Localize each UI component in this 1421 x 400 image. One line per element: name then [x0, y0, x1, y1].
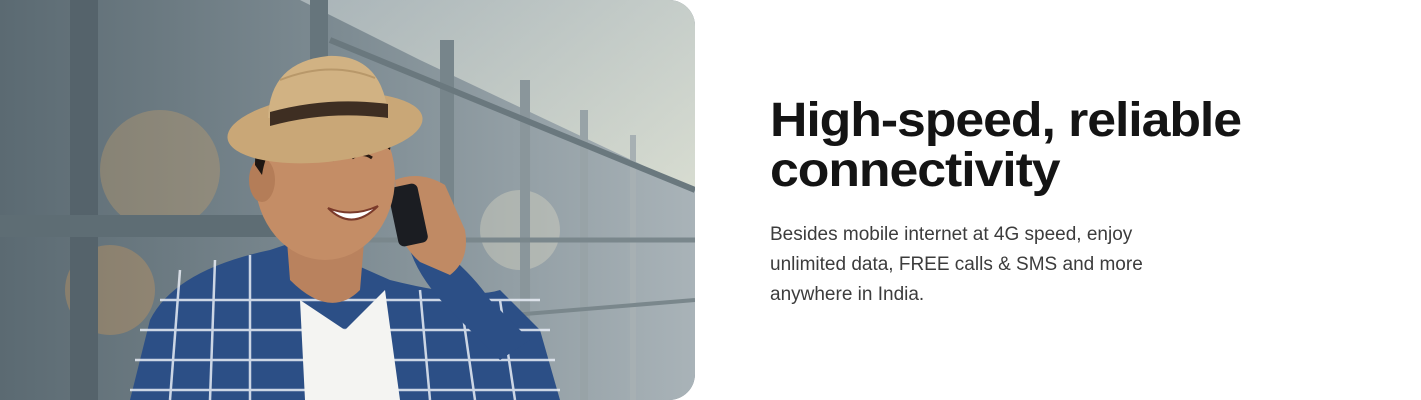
- feature-banner: High-speed, reliable connectivity Beside…: [0, 0, 1421, 400]
- headline-line-1: High-speed, reliable: [770, 94, 1242, 147]
- banner-headline: High-speed, reliable connectivity: [770, 96, 1375, 196]
- description-line-3: anywhere in India.: [770, 284, 925, 305]
- description-line-2: unlimited data, FREE calls & SMS and mor…: [770, 254, 1143, 275]
- hero-photo: [0, 0, 695, 400]
- description-line-1: Besides mobile internet at 4G speed, enj…: [770, 224, 1133, 245]
- headline-line-2: connectivity: [770, 144, 1061, 197]
- banner-text: High-speed, reliable connectivity Beside…: [770, 96, 1330, 310]
- banner-description: Besides mobile internet at 4G speed, enj…: [770, 220, 1190, 310]
